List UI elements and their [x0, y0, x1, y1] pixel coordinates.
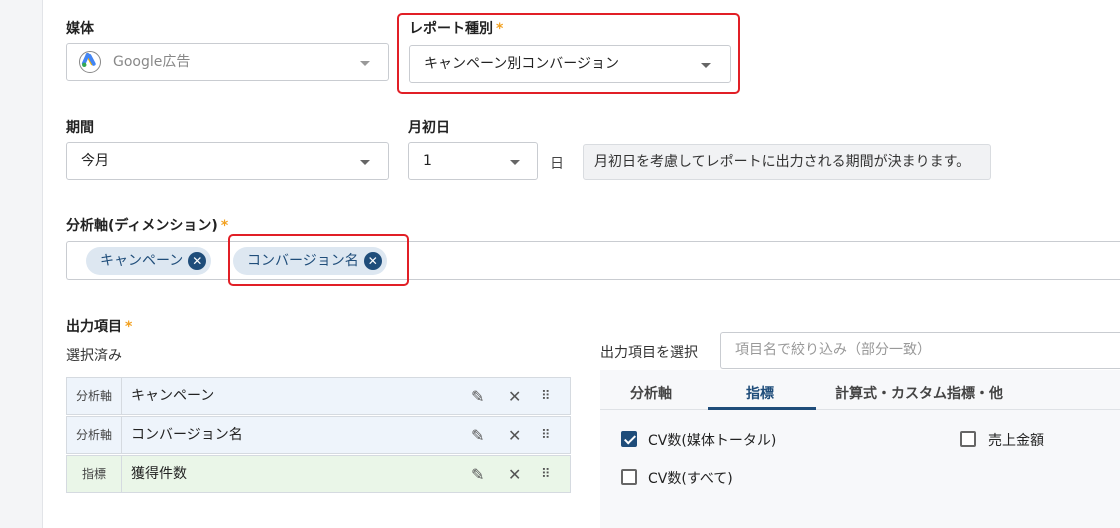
option-label: 売上金額 — [988, 433, 1044, 449]
close-icon[interactable]: ✕ — [508, 378, 521, 415]
drag-handle-icon[interactable]: ⠿ — [541, 378, 550, 415]
chevron-down-icon — [510, 160, 520, 165]
dimension-chip-campaign: キャンペーン ✕ — [86, 247, 212, 275]
drag-handle-icon[interactable]: ⠿ — [541, 456, 550, 493]
row-tag: 分析軸 — [67, 417, 122, 453]
media-value: Google広告 — [113, 54, 191, 70]
media-label: 媒体 — [66, 21, 94, 37]
tab-divider — [600, 409, 1120, 410]
google-ads-icon — [79, 51, 101, 73]
option-label: CV数(すべて) — [648, 471, 733, 487]
selected-row: 分析軸 コンバージョン名 ✎ ✕ ⠿ — [66, 416, 571, 454]
month-start-note: 月初日を考慮してレポートに出力される期間が決まります。 — [583, 144, 991, 180]
edit-icon[interactable]: ✎ — [471, 456, 484, 493]
chip-label: キャンペーン — [100, 253, 184, 269]
chevron-down-icon — [360, 160, 370, 165]
picker-label: 出力項目を選択 — [600, 345, 698, 361]
tab-metrics[interactable]: 指標 — [746, 383, 774, 403]
selected-label: 選択済み — [66, 348, 122, 364]
report-settings-card: 媒体 Google広告 レポート種別 * キャンペーン別コンバージョン 期間 今月… — [42, 0, 1120, 528]
drag-handle-icon[interactable]: ⠿ — [541, 417, 550, 454]
month-start-unit: 日 — [550, 156, 564, 172]
row-name: コンバージョン名 — [131, 427, 243, 443]
option-label: CV数(媒体トータル) — [648, 433, 777, 449]
selected-row: 分析軸 キャンペーン ✎ ✕ ⠿ — [66, 377, 571, 415]
active-tab-indicator — [708, 407, 816, 410]
checkbox-cv-all[interactable] — [621, 469, 637, 485]
checkbox-sales-amount[interactable] — [960, 431, 976, 447]
close-icon[interactable]: ✕ — [188, 252, 207, 270]
month-start-label: 月初日 — [408, 120, 450, 136]
period-select[interactable]: 今月 — [66, 142, 389, 180]
tab-dimensions[interactable]: 分析軸 — [630, 383, 672, 403]
tab-formula-custom[interactable]: 計算式・カスタム指標・他 — [835, 383, 1003, 403]
dimensions-field[interactable]: キャンペーン ✕ コンバージョン名 ✕ — [66, 241, 1120, 280]
picker-search-input[interactable]: 項目名で絞り込み（部分一致） — [720, 332, 1120, 369]
selected-row: 指標 獲得件数 ✎ ✕ ⠿ — [66, 455, 571, 493]
row-tag: 指標 — [67, 456, 122, 492]
media-select[interactable]: Google広告 — [66, 43, 389, 81]
edit-icon[interactable]: ✎ — [471, 378, 484, 415]
period-label: 期間 — [66, 120, 94, 136]
row-tag: 分析軸 — [67, 378, 122, 414]
close-icon[interactable]: ✕ — [508, 417, 521, 454]
highlight-frame-dimension-chip — [228, 234, 409, 286]
edit-icon[interactable]: ✎ — [471, 417, 484, 454]
output-label: 出力項目 * — [66, 319, 133, 335]
period-value: 今月 — [81, 153, 109, 169]
month-start-value: 1 — [423, 153, 432, 169]
close-icon[interactable]: ✕ — [508, 456, 521, 493]
highlight-frame-report-type — [397, 13, 740, 94]
row-name: 獲得件数 — [131, 466, 187, 482]
dimensions-label: 分析軸(ディメンション) * — [66, 218, 229, 234]
row-name: キャンペーン — [131, 388, 215, 404]
search-placeholder: 項目名で絞り込み（部分一致） — [735, 342, 931, 358]
checkbox-cv-total[interactable] — [621, 431, 637, 447]
month-start-select[interactable]: 1 — [408, 142, 538, 180]
chevron-down-icon — [360, 61, 370, 66]
